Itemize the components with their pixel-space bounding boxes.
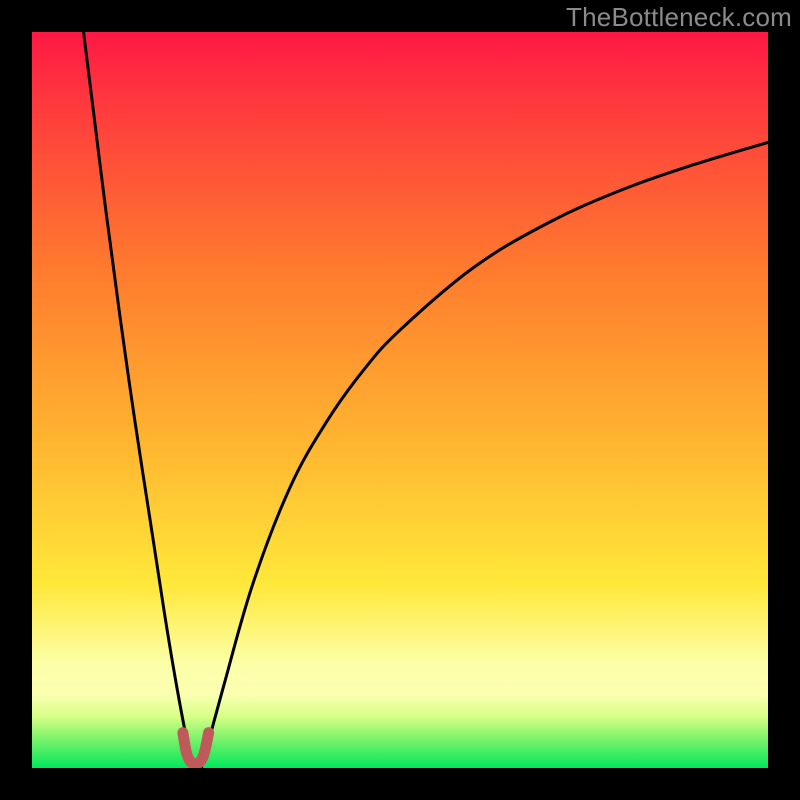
plot-area	[32, 32, 768, 768]
gradient-background	[32, 32, 768, 768]
bottleneck-chart	[32, 32, 768, 768]
outer-frame: TheBottleneck.com	[0, 0, 800, 800]
watermark-text: TheBottleneck.com	[566, 2, 792, 33]
